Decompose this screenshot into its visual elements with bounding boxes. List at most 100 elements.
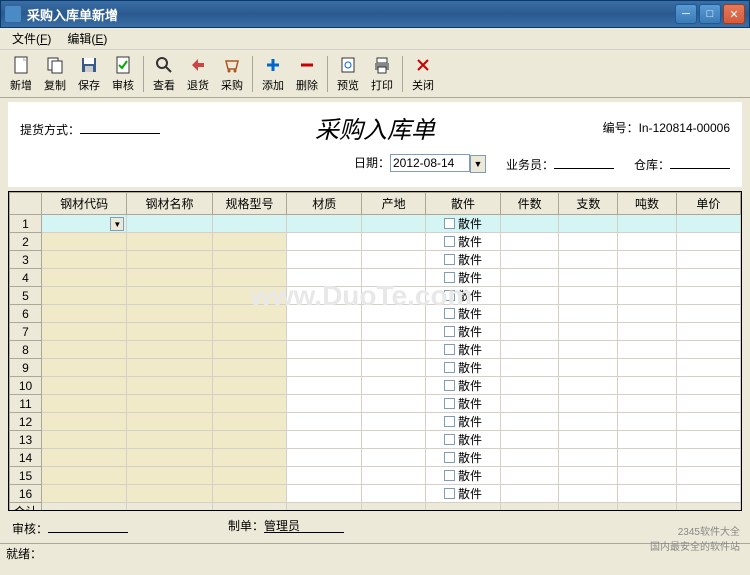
col-header[interactable]: 吨数: [618, 193, 677, 215]
code-cell[interactable]: [42, 377, 127, 395]
scatter-checkbox[interactable]: [444, 236, 455, 247]
pieces-cell[interactable]: [500, 377, 559, 395]
col-header[interactable]: 材质: [287, 193, 362, 215]
scatter-cell[interactable]: 散件: [426, 305, 501, 323]
table-row[interactable]: 3 散件: [10, 251, 741, 269]
mat-cell[interactable]: [287, 431, 362, 449]
count-cell[interactable]: [559, 395, 618, 413]
price-cell[interactable]: [676, 359, 740, 377]
origin-cell[interactable]: [362, 215, 426, 233]
scatter-cell[interactable]: 散件: [426, 251, 501, 269]
row-number[interactable]: 9: [10, 359, 42, 377]
code-cell[interactable]: [42, 449, 127, 467]
scatter-cell[interactable]: 散件: [426, 449, 501, 467]
name-cell[interactable]: [127, 431, 212, 449]
origin-cell[interactable]: [362, 395, 426, 413]
price-cell[interactable]: [676, 413, 740, 431]
mat-cell[interactable]: [287, 251, 362, 269]
scatter-cell[interactable]: 散件: [426, 413, 501, 431]
count-cell[interactable]: [559, 341, 618, 359]
col-header[interactable]: 规格型号: [212, 193, 287, 215]
code-cell[interactable]: [42, 359, 127, 377]
ton-cell[interactable]: [618, 413, 677, 431]
scatter-checkbox[interactable]: [444, 254, 455, 265]
scatter-cell[interactable]: 散件: [426, 287, 501, 305]
origin-cell[interactable]: [362, 305, 426, 323]
row-number[interactable]: 3: [10, 251, 42, 269]
pieces-cell[interactable]: [500, 323, 559, 341]
table-row[interactable]: 11 散件: [10, 395, 741, 413]
spec-cell[interactable]: [212, 305, 287, 323]
row-number[interactable]: 12: [10, 413, 42, 431]
row-number[interactable]: 13: [10, 431, 42, 449]
code-cell[interactable]: [42, 413, 127, 431]
pieces-cell[interactable]: [500, 431, 559, 449]
salesman-field[interactable]: [554, 153, 614, 169]
mat-cell[interactable]: [287, 449, 362, 467]
scatter-checkbox[interactable]: [444, 380, 455, 391]
code-cell[interactable]: [42, 323, 127, 341]
date-input[interactable]: [390, 154, 470, 172]
name-cell[interactable]: [127, 341, 212, 359]
code-cell[interactable]: [42, 233, 127, 251]
return-button[interactable]: 退货: [181, 52, 215, 96]
table-row[interactable]: 12 散件: [10, 413, 741, 431]
scatter-cell[interactable]: 散件: [426, 377, 501, 395]
row-number[interactable]: 2: [10, 233, 42, 251]
spec-cell[interactable]: [212, 377, 287, 395]
origin-cell[interactable]: [362, 269, 426, 287]
code-cell[interactable]: [42, 395, 127, 413]
origin-cell[interactable]: [362, 377, 426, 395]
row-number[interactable]: 5: [10, 287, 42, 305]
name-cell[interactable]: [127, 467, 212, 485]
code-cell[interactable]: [42, 431, 127, 449]
row-number[interactable]: 14: [10, 449, 42, 467]
count-cell[interactable]: [559, 287, 618, 305]
table-row[interactable]: 9 散件: [10, 359, 741, 377]
count-cell[interactable]: [559, 251, 618, 269]
row-number[interactable]: 10: [10, 377, 42, 395]
ton-cell[interactable]: [618, 359, 677, 377]
table-row[interactable]: 14 散件: [10, 449, 741, 467]
name-cell[interactable]: [127, 413, 212, 431]
name-cell[interactable]: [127, 449, 212, 467]
col-header[interactable]: 散件: [426, 193, 501, 215]
code-cell[interactable]: [42, 341, 127, 359]
name-cell[interactable]: [127, 251, 212, 269]
origin-cell[interactable]: [362, 449, 426, 467]
ton-cell[interactable]: [618, 395, 677, 413]
table-row[interactable]: 15 散件: [10, 467, 741, 485]
spec-cell[interactable]: [212, 233, 287, 251]
pieces-cell[interactable]: [500, 449, 559, 467]
scatter-cell[interactable]: 散件: [426, 215, 501, 233]
ton-cell[interactable]: [618, 215, 677, 233]
mat-cell[interactable]: [287, 485, 362, 503]
count-cell[interactable]: [559, 305, 618, 323]
row-number[interactable]: 6: [10, 305, 42, 323]
pieces-cell[interactable]: [500, 287, 559, 305]
copy-button[interactable]: 复制: [38, 52, 72, 96]
warehouse-field[interactable]: [670, 153, 730, 169]
name-cell[interactable]: [127, 359, 212, 377]
origin-cell[interactable]: [362, 413, 426, 431]
mat-cell[interactable]: [287, 215, 362, 233]
row-number[interactable]: 4: [10, 269, 42, 287]
add-button[interactable]: 添加: [256, 52, 290, 96]
spec-cell[interactable]: [212, 359, 287, 377]
price-cell[interactable]: [676, 233, 740, 251]
mat-cell[interactable]: [287, 359, 362, 377]
ton-cell[interactable]: [618, 287, 677, 305]
pieces-cell[interactable]: [500, 233, 559, 251]
origin-cell[interactable]: [362, 431, 426, 449]
mat-cell[interactable]: [287, 341, 362, 359]
mat-cell[interactable]: [287, 233, 362, 251]
count-cell[interactable]: [559, 377, 618, 395]
col-header[interactable]: 单价: [676, 193, 740, 215]
mat-cell[interactable]: [287, 323, 362, 341]
spec-cell[interactable]: [212, 467, 287, 485]
pieces-cell[interactable]: [500, 269, 559, 287]
row-number[interactable]: 16: [10, 485, 42, 503]
count-cell[interactable]: [559, 269, 618, 287]
name-cell[interactable]: [127, 215, 212, 233]
count-cell[interactable]: [559, 215, 618, 233]
